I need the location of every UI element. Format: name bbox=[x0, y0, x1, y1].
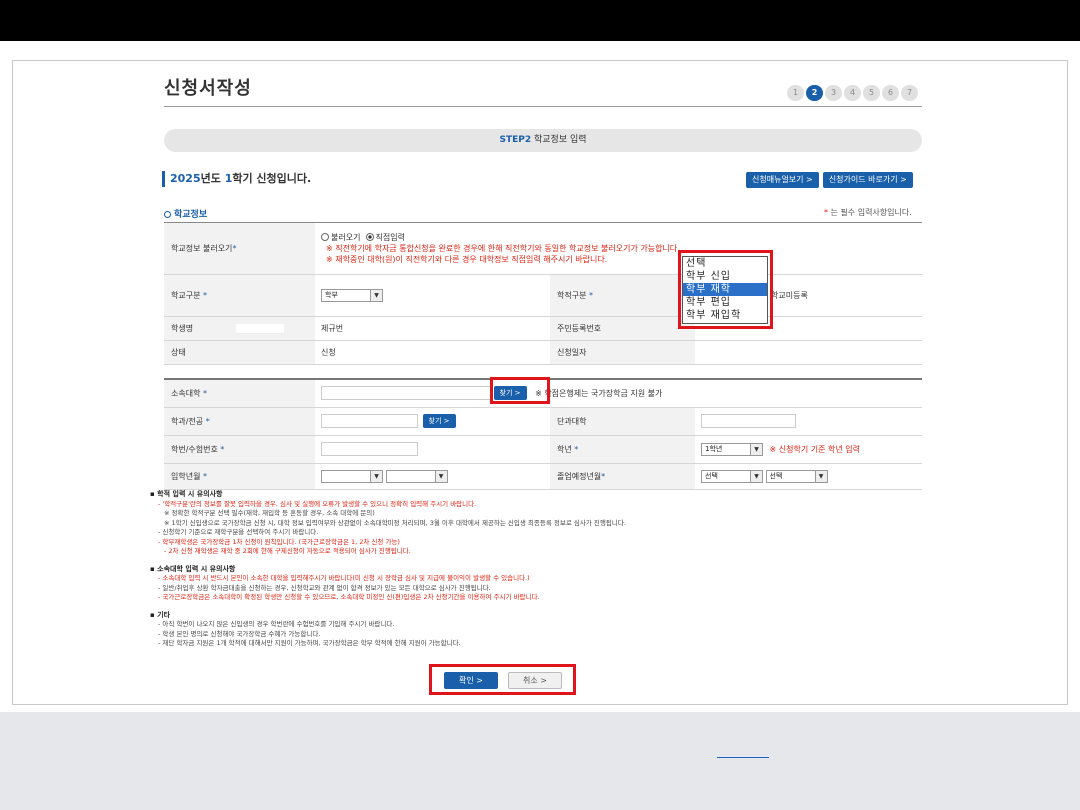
chevron-down-icon: ▼ bbox=[814, 470, 827, 482]
academic-type-label: 학적구분 * bbox=[550, 274, 695, 317]
note-item: - 학생 본인 명의로 신청해야 국가장학금 수혜가 가능합니다. bbox=[158, 629, 321, 638]
grade-note: ※ 신청학기 기준 학년 입력 bbox=[769, 444, 861, 454]
college-label: 단과대학 bbox=[550, 407, 695, 436]
section-title: 학교정보 bbox=[164, 207, 207, 220]
page-title: 신청서작성 bbox=[164, 78, 252, 99]
step-2: 2 bbox=[806, 85, 823, 101]
school-type-select[interactable]: 학부 ▼ bbox=[321, 289, 383, 302]
graduation-year-select[interactable]: 선택 ▼ bbox=[701, 469, 763, 483]
semester-heading: 2025년도 1학기 신청입니다. bbox=[162, 171, 311, 187]
notes-section: ▪ 학적 입력 시 유의사항 - '학적구분'란의 정보를 잘못 입력하을 경우… bbox=[150, 490, 930, 649]
step-5: 5 bbox=[863, 85, 880, 101]
step-bar: STEP2 학교정보 입력 bbox=[164, 129, 922, 152]
chevron-down-icon: ▼ bbox=[750, 470, 762, 482]
student-id-input[interactable] bbox=[321, 442, 418, 456]
guide-buttons: 신청매뉴얼보기 > 신청가이드 바로가기 > bbox=[746, 172, 913, 188]
step-indicator: 1234567 bbox=[787, 85, 918, 101]
step-6: 6 bbox=[882, 85, 899, 101]
note-item: ※ 1학기 신입생으로 국가장학금 신청 시, 대학 정보 입력여부와 상관없이… bbox=[164, 518, 626, 527]
title-divider bbox=[164, 106, 922, 107]
chevron-down-icon: ▼ bbox=[750, 443, 762, 455]
school-type-label: 학교구분 * bbox=[164, 274, 315, 317]
note-item: - 2차 신청 재학생은 재학 중 2회에 한해 구제신청이 자동으로 적용되어… bbox=[164, 547, 411, 555]
notes-list-2: - 소속대학 입력 시 반드시 본인이 소속한 대학을 입력해주시기 바랍니다(… bbox=[150, 574, 930, 603]
guide-link-button[interactable]: 신청가이드 바로가기 > bbox=[822, 172, 913, 188]
note-item: - 국가근로장학금은 소속대학이 확정된 학생만 신청할 수 있으므로, 소속대… bbox=[158, 593, 540, 601]
school-label: 소속대학 * bbox=[164, 379, 315, 408]
step-1: 1 bbox=[787, 85, 804, 101]
school-input[interactable] bbox=[321, 386, 491, 401]
resident-no-label: 주민등록번호 bbox=[550, 316, 695, 341]
graduation-month-select[interactable]: 선택 ▼ bbox=[765, 469, 828, 483]
graduation-label: 졸업예정년월* bbox=[550, 463, 695, 490]
notes-list-1: - '학적구분'란의 정보를 잘못 입력하을 경우, 심사 및 실행에 오류가 … bbox=[150, 500, 930, 557]
apply-date-label: 신청일자 bbox=[550, 340, 695, 365]
student-name-label: 학생명 bbox=[164, 316, 315, 341]
chevron-down-icon: ▼ bbox=[370, 290, 382, 301]
note-item: ※ 정확한 학적구분 선택 필수(재학, 재입학 등 혼동할 경우, 소속 대학… bbox=[164, 509, 375, 517]
grade-label: 학년 * bbox=[550, 435, 695, 464]
step-bar-step: STEP2 bbox=[499, 135, 532, 145]
note-item: - 신청학기 기준으로 재학구분을 선택하여 주시기 바랍니다. bbox=[158, 528, 319, 536]
status-label: 상태 bbox=[164, 340, 315, 365]
dept-label: 학과/전공 * bbox=[164, 407, 315, 436]
radio-direct[interactable] bbox=[365, 233, 374, 241]
chevron-down-icon: ▼ bbox=[370, 470, 382, 482]
confirm-button[interactable]: 확인 > bbox=[444, 672, 498, 689]
notes-heading-3: ▪ 기타 bbox=[150, 610, 171, 619]
note-item: - 소속대학 입력 시 반드시 본인이 소속한 대학을 입력해주시기 바랍니다(… bbox=[158, 574, 530, 582]
form-actions: 확인 > 취소 > bbox=[444, 672, 562, 689]
highlight-dropdown bbox=[678, 250, 773, 329]
cancel-button[interactable]: 취소 > bbox=[508, 672, 562, 689]
note-item: - 학부재학생은 국가장학금 1차 신청이 원칙입니다. (국가근로장학금은 1… bbox=[158, 537, 400, 546]
load-note-1: ※ 직전학기에 학자금 통합신청을 완료한 경우에 한해 직전학기와 동일한 학… bbox=[326, 244, 680, 253]
bottom-gray-bar bbox=[0, 712, 1080, 810]
college-input[interactable] bbox=[701, 414, 796, 428]
radio-load[interactable] bbox=[321, 233, 329, 241]
entry-year-select[interactable]: ▼ bbox=[321, 469, 383, 483]
school-info-table: 학교정보 불러오기* 불러오기 직접입력 ※ 직전학기에 학자금 통합신청을 완… bbox=[164, 222, 922, 365]
chevron-down-icon: ▼ bbox=[434, 470, 447, 482]
notes-list-3: - 아직 학번이 나오지 않은 신입생의 경우 학번란에 수험번호를 기입해 주… bbox=[150, 620, 930, 649]
gender-value: 제규번 bbox=[315, 316, 550, 341]
note-item: - 일반/취업후 상환 학자금대출을 신청하는 경우, 신청학교와 관계 없이 … bbox=[158, 583, 491, 592]
note-item: - 아직 학번이 나오지 않은 신입생의 경우 학번란에 수험번호를 기입해 주… bbox=[158, 620, 395, 628]
entry-month-select[interactable]: ▼ bbox=[385, 469, 448, 483]
step-4: 4 bbox=[844, 85, 861, 101]
step-7: 7 bbox=[901, 85, 918, 101]
notes-heading-2: ▪ 소속대학 입력 시 유의사항 bbox=[150, 564, 236, 573]
notes-heading-1: ▪ 학적 입력 시 유의사항 bbox=[150, 490, 223, 498]
step-3: 3 bbox=[825, 85, 842, 101]
required-note: * 는 필수 입력사항입니다. bbox=[824, 208, 912, 217]
top-black-bar bbox=[0, 0, 1080, 41]
bottom-link-underline[interactable] bbox=[717, 755, 769, 758]
dept-search-button[interactable]: 찾기 > bbox=[422, 414, 456, 428]
school-note: ※ 학점은행제는 국가장학금 지원 불가 bbox=[535, 388, 663, 398]
note-item: - '학적구분'란의 정보를 잘못 입력하을 경우, 심사 및 실행에 오류가 … bbox=[158, 499, 477, 508]
load-label: 학교정보 불러오기* bbox=[164, 222, 315, 275]
dept-input[interactable] bbox=[321, 414, 418, 428]
load-note-2: ※ 재학중인 대학(원)이 직전학기와 다른 경우 대학정보 직접입력 해주시기… bbox=[326, 255, 608, 264]
note-item: - 재단 학자금 지원은 1개 학적에 대해서만 지원이 가능하며, 국가장학금… bbox=[158, 639, 461, 647]
step-bar-label: 학교정보 입력 bbox=[533, 135, 587, 145]
manual-view-button[interactable]: 신청매뉴얼보기 > bbox=[746, 172, 819, 188]
highlight-search-button bbox=[490, 377, 550, 404]
status-value: 신청 bbox=[315, 340, 550, 365]
circle-bullet-icon bbox=[164, 211, 171, 218]
student-id-label: 학번/수험번호 * bbox=[164, 435, 315, 464]
academic-type-trailing: 학교미등록 bbox=[771, 291, 808, 300]
entry-label: 입학년월 * bbox=[164, 463, 315, 490]
grade-select[interactable]: 1학년 ▼ bbox=[701, 442, 763, 456]
